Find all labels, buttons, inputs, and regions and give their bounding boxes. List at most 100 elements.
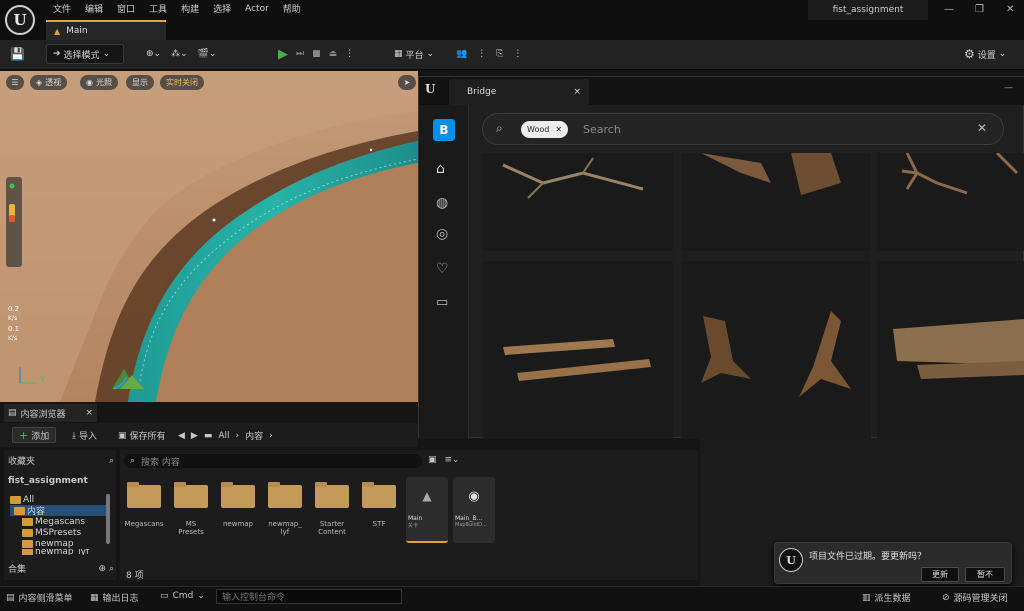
add-button[interactable]: + 添加 [12,427,57,443]
search-input[interactable]: Search [583,123,621,136]
asset-card[interactable] [681,153,871,251]
menu-help[interactable]: 帮助 [276,2,308,15]
back-icon[interactable]: ◀ [178,431,185,441]
add-actor-icon[interactable]: ⊕⌄ [146,49,161,59]
console-input[interactable]: 输入控制台命令 [216,589,402,604]
chevron-right-icon: › [235,430,240,441]
asset-card[interactable] [483,261,673,439]
cursor-icon[interactable]: ➤ [398,75,416,90]
level-asset-tile[interactable]: ▲ Main 关卡 [406,477,448,543]
folder-icon[interactable] [221,482,255,508]
bridge-tab[interactable]: Bridge × [449,79,589,105]
restore-icon[interactable]: ❐ [975,4,984,15]
menu-file[interactable]: 文件 [46,2,78,15]
menu-actor[interactable]: Actor [238,4,276,14]
step-icon[interactable]: ⏭ [296,49,304,59]
more-options-icon[interactable]: ⋮ [513,49,522,59]
eject-icon[interactable]: ⏏ [329,49,338,59]
collections-header[interactable]: 合集 ⊕ ⌕ [8,562,114,576]
lighting-button[interactable]: ◉ 光照 [80,75,118,90]
tree-item-content[interactable]: 内容 [10,505,106,517]
tree-item-mspresets[interactable]: MSPresets [10,527,106,538]
content-drawer-button[interactable]: ▤ 内容侧滑菜单 [6,591,73,605]
source-icon[interactable]: ⎘ [496,49,503,59]
monitor-icon[interactable]: ▭ [436,295,448,310]
mapbuild-asset-tile[interactable]: ◉ Main_B... MapBuildD... [453,477,495,543]
close-icon[interactable]: × [86,408,94,418]
cmd-button[interactable]: ▭ Cmd ⌄ [160,591,205,601]
tree-item-megascans[interactable]: Megascans [10,516,106,527]
project-root-header[interactable]: fist_assignment [8,476,114,486]
mode-select[interactable]: ➔ 选择模式 ⌄ [46,44,124,64]
forward-icon[interactable]: ▶ [191,431,198,441]
asset-card[interactable] [877,151,1024,251]
play-icon[interactable]: ▶ [278,47,288,62]
tree-item-newmap[interactable]: newmap [10,538,106,549]
cinematics-icon[interactable]: 🎬⌄ [198,49,217,59]
menu-edit[interactable]: 编辑 [78,2,110,15]
breadcrumb-content[interactable]: 内容 [245,429,263,442]
folder-icon[interactable] [362,482,396,508]
tree-scrollbar[interactable] [106,494,110,544]
more-options-icon[interactable]: ⋮ [345,49,354,59]
minimize-icon[interactable]: — [1004,83,1013,93]
asset-search-input[interactable]: ⌕ 搜索 内容 [124,454,422,468]
source-control-button[interactable]: ⊘ 源码管理关闭 [942,591,1008,605]
level-tab[interactable]: ▲ Main [46,20,166,40]
asset-search-placeholder: 搜索 内容 [141,457,180,468]
close-icon[interactable]: ✕ [555,125,562,134]
update-button[interactable]: 更新 [921,567,959,582]
tree-item-newmap-lyf[interactable]: newmap_lyf [10,549,106,555]
asset-card[interactable] [877,261,1024,439]
breadcrumb-all[interactable]: All [218,431,229,441]
filter-chip[interactable]: Wood ✕ [521,121,569,138]
globe-icon[interactable]: ◍ [436,195,448,211]
filter-icon[interactable]: ≡⌄ [445,455,460,465]
minimize-icon[interactable]: — [944,4,954,15]
realtime-off-button[interactable]: 实时关闭 [160,75,204,90]
derived-data-button[interactable]: ▥ 派生数据 [862,591,911,605]
menu-build[interactable]: 构建 [174,2,206,15]
gear-icon: ⚙ [964,47,975,61]
folder-icon[interactable] [268,482,302,508]
perspective-button[interactable]: ◈ 透视 [30,75,68,90]
settings-button[interactable]: ⚙ 设置 ⌄ [964,44,1006,64]
update-notification: U 项目文件已过期。要更新吗？ 更新 暂不 [774,542,1012,584]
folder-icon[interactable] [127,482,161,508]
unreal-logo-icon[interactable]: U [5,5,35,35]
stop-icon[interactable]: ■ [312,49,321,59]
blueprint-icon[interactable]: ⁂⌄ [171,49,188,59]
viewport-menu-icon[interactable]: ☰ [6,75,24,90]
level-viewport[interactable] [0,71,418,402]
home-icon[interactable]: ⌂ [436,161,445,177]
clear-search-icon[interactable]: ✕ [977,121,987,135]
menu-window[interactable]: 窗口 [110,2,142,15]
content-browser-tab[interactable]: ▤ 内容浏览器 × [4,404,98,422]
tree-item-all[interactable]: All [10,494,106,505]
platform-button[interactable]: ▦ 平台 ⌄ [394,44,434,64]
bridge-logo-icon[interactable]: B [433,119,455,141]
import-button[interactable]: ⤓ 导入 [72,429,97,443]
users-icon[interactable]: 👥 [456,49,467,59]
save-search-icon[interactable]: ▣ [428,455,437,465]
heart-icon[interactable]: ♡ [436,261,449,277]
folder-icon[interactable] [174,482,208,508]
favorites-header[interactable]: 收藏夹 ⌕ [8,454,114,468]
close-icon[interactable]: × [573,87,581,97]
bridge-search-bar[interactable]: ⌕ Wood ✕ Search ✕ [482,113,1004,145]
save-icon[interactable]: 💾 [10,44,25,64]
add-collection-icon[interactable]: ⊕ ⌕ [99,564,114,574]
menu-tools[interactable]: 工具 [142,2,174,15]
show-button[interactable]: 显示 [126,75,154,90]
more-options-icon[interactable]: ⋮ [477,49,486,59]
profile-icon[interactable]: ◎ [436,226,448,242]
asset-card[interactable] [483,153,673,251]
close-icon[interactable]: ✕ [1006,4,1014,15]
later-button[interactable]: 暂不 [965,567,1005,582]
search-icon[interactable]: ⌕ [109,456,114,466]
output-log-button[interactable]: ▦ 输出日志 [90,591,139,605]
folder-icon[interactable] [315,482,349,508]
asset-card[interactable] [681,261,871,439]
save-all-button[interactable]: ▣ 保存所有 [118,429,166,443]
menu-select[interactable]: 选择 [206,2,238,15]
